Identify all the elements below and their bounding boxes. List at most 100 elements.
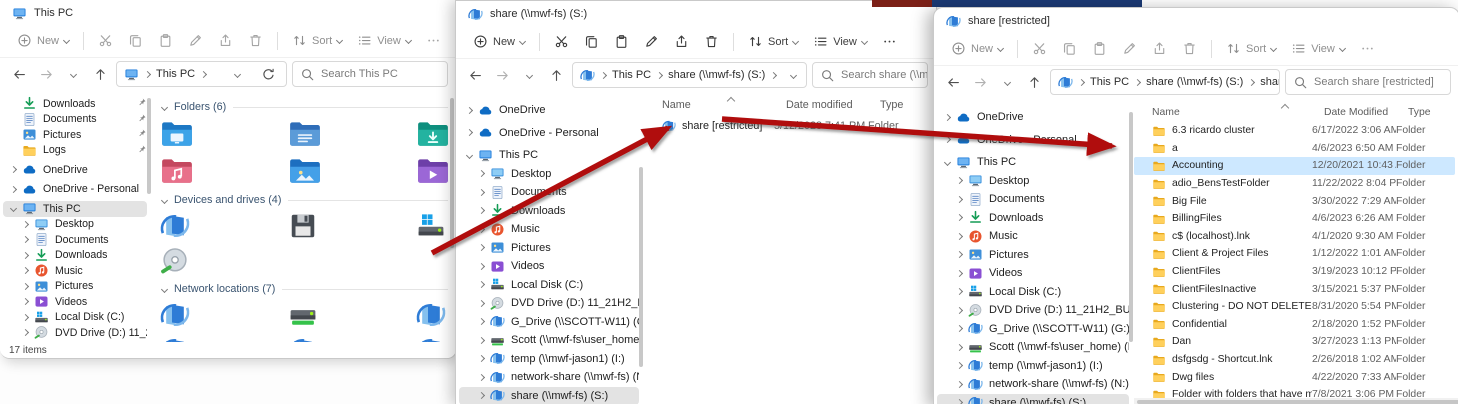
horizontal-scrollbar[interactable]	[1134, 398, 1458, 404]
tree-item[interactable]: Downloads	[937, 209, 1129, 228]
tree-item[interactable]: Pictures	[3, 279, 147, 295]
sort-button[interactable]: Sort	[1219, 37, 1283, 60]
horizontal-scrollbar-thumb[interactable]	[1137, 400, 1458, 404]
delete-button[interactable]	[241, 29, 270, 52]
group-header[interactable]: Network locations (7)	[162, 283, 448, 295]
search-input[interactable]: Search share [restricted]	[1285, 69, 1451, 95]
view-button[interactable]: View	[1284, 37, 1352, 60]
copy-button[interactable]	[1055, 37, 1084, 60]
file-row[interactable]: Dan3/27/2023 1:13 PMFolder	[1134, 333, 1455, 351]
tree-item[interactable]: Downloads	[3, 248, 147, 264]
column-header-name[interactable]: Name	[662, 99, 786, 111]
column-header-type[interactable]: Type	[880, 99, 936, 111]
tree-item[interactable]: OneDrive - Personal	[937, 131, 1129, 150]
cut-button[interactable]	[91, 29, 120, 52]
tree-item[interactable]: network-share (\\mwf-fs) (N:)	[459, 368, 639, 387]
folder-tile[interactable]	[160, 155, 288, 187]
tree-item[interactable]: G_Drive (\\SCOTT-W11) (G:)	[3, 341, 147, 343]
breadcrumb-item[interactable]: This PC	[1090, 76, 1129, 88]
tree-item[interactable]: Videos	[459, 257, 639, 276]
new-button[interactable]: New	[944, 37, 1010, 60]
drive-tile[interactable]	[160, 246, 288, 276]
see-more-button[interactable]	[1353, 37, 1382, 60]
tree-item[interactable]: Documents	[3, 232, 147, 248]
forward-button[interactable]	[491, 64, 513, 86]
back-button[interactable]	[464, 64, 486, 86]
rename-button[interactable]	[637, 30, 666, 53]
tree-item[interactable]: Videos	[937, 264, 1129, 283]
tree-item[interactable]: temp (\\mwf-jason1) (I:)	[459, 350, 639, 369]
tree-item[interactable]: DVD Drive (D:) 11_21H2_BUSINESS_VOL_x64F…	[3, 325, 147, 341]
column-header-date[interactable]: Date modified	[786, 99, 880, 111]
file-row[interactable]: BillingFiles4/6/2023 6:26 AMFolder	[1134, 210, 1455, 228]
tree-item[interactable]: Desktop	[937, 172, 1129, 191]
new-button[interactable]: New	[10, 29, 76, 52]
tree-item[interactable]: Documents	[937, 190, 1129, 209]
file-row[interactable]: 6.3 ricardo cluster6/17/2022 3:06 AMFold…	[1134, 122, 1455, 140]
refresh-button[interactable]	[257, 63, 279, 85]
drive-tile[interactable]	[160, 300, 288, 330]
file-row[interactable]: Clustering - DO NOT DELETE - scott5 & sc…	[1134, 298, 1455, 316]
recent-locations-button[interactable]	[62, 63, 84, 85]
tree-item[interactable]: Local Disk (C:)	[3, 310, 147, 326]
search-input[interactable]: Search This PC	[292, 61, 448, 87]
share-button[interactable]	[211, 29, 240, 52]
sidebar-scrollbar[interactable]	[147, 98, 151, 194]
drive-tile[interactable]	[416, 335, 456, 342]
tree-item[interactable]: G_Drive (\\SCOTT-W11) (G:)	[937, 320, 1129, 339]
file-row[interactable]: Client & Project Files1/12/2022 1:01 AMF…	[1134, 245, 1455, 263]
tree-item[interactable]: temp (\\mwf-jason1) (I:)	[937, 357, 1129, 376]
file-row[interactable]: share [restricted]5/12/2023 7:41 PMFolde…	[644, 115, 932, 137]
file-row[interactable]: Dwg files4/22/2020 7:33 AMFolder	[1134, 368, 1455, 386]
file-row[interactable]: ClientFilesInactive3/15/2021 5:37 PMFold…	[1134, 280, 1455, 298]
search-input[interactable]: Search share (\\mwf-fs) (S:)	[812, 62, 928, 88]
delete-button[interactable]	[1175, 37, 1204, 60]
window-titlebar[interactable]: share (\\mwf-fs) (S:)	[456, 1, 936, 25]
breadcrumb[interactable]: This PC	[116, 61, 287, 87]
new-button[interactable]: New	[466, 30, 532, 53]
tree-item[interactable]: Documents	[459, 183, 639, 202]
file-row[interactable]: Big File3/30/2022 7:29 AMFolder	[1134, 192, 1455, 210]
breadcrumb-item[interactable]: This PC	[156, 68, 195, 80]
group-header[interactable]: Devices and drives (4)	[162, 194, 448, 206]
recent-locations-button[interactable]	[518, 64, 540, 86]
drive-tile[interactable]	[288, 300, 416, 330]
paste-button[interactable]	[1085, 37, 1114, 60]
tree-item[interactable]: Desktop	[459, 165, 639, 184]
cut-button[interactable]	[547, 30, 576, 53]
file-row[interactable]: ClientFiles3/19/2023 10:12 PMFolder	[1134, 263, 1455, 281]
column-header-type[interactable]: Type	[1408, 107, 1458, 118]
tree-item[interactable]: Downloads	[459, 202, 639, 221]
tree-item[interactable]: OneDrive - Personal	[459, 124, 639, 143]
back-button[interactable]	[942, 71, 964, 93]
sidebar-scrollbar[interactable]	[1129, 112, 1133, 342]
sidebar-scrollbar[interactable]	[639, 167, 643, 367]
breadcrumb-item[interactable]: This PC	[612, 69, 651, 81]
tree-item[interactable]: DVD Drive (D:) 11_21H2_BUSINESS_VOL_x64F…	[937, 301, 1129, 320]
delete-button[interactable]	[697, 30, 726, 53]
tree-item[interactable]: OneDrive	[459, 101, 639, 120]
file-row[interactable]: adio_BensTestFolder11/22/2022 8:04 PMFol…	[1134, 175, 1455, 193]
paste-button[interactable]	[151, 29, 180, 52]
see-more-button[interactable]	[875, 30, 904, 53]
address-dropdown-button[interactable]	[226, 63, 248, 85]
folder-tile[interactable]	[288, 118, 416, 150]
file-row[interactable]: dsfgsdg - Shortcut.lnk2/26/2018 1:02 AMF…	[1134, 351, 1455, 369]
rename-button[interactable]	[1115, 37, 1144, 60]
tree-item[interactable]: This PC	[3, 201, 147, 217]
cut-button[interactable]	[1025, 37, 1054, 60]
address-dropdown-button[interactable]	[782, 64, 804, 86]
tree-item[interactable]: DVD Drive (D:) 11_21H2_BUSINESS_VOL_x64F…	[459, 294, 639, 313]
drive-tile[interactable]	[288, 335, 416, 342]
content-scrollbar[interactable]	[450, 98, 454, 248]
tree-item[interactable]: OneDrive	[937, 108, 1129, 127]
file-row[interactable]: c$ (localhost).lnk4/1/2020 9:30 AMFolder	[1134, 228, 1455, 246]
tree-item[interactable]: Pictures	[459, 239, 639, 258]
tree-item[interactable]: OneDrive - Personal	[3, 182, 147, 198]
tree-item[interactable]: OneDrive	[3, 162, 147, 178]
file-row[interactable]: Confidential2/18/2020 1:52 PMFolder	[1134, 316, 1455, 334]
folder-tile[interactable]	[160, 118, 288, 150]
up-button[interactable]	[89, 63, 111, 85]
breadcrumb-item[interactable]: share (\\mwf-fs) (S:)	[1146, 76, 1243, 88]
tree-item[interactable]: Local Disk (C:)	[937, 283, 1129, 302]
